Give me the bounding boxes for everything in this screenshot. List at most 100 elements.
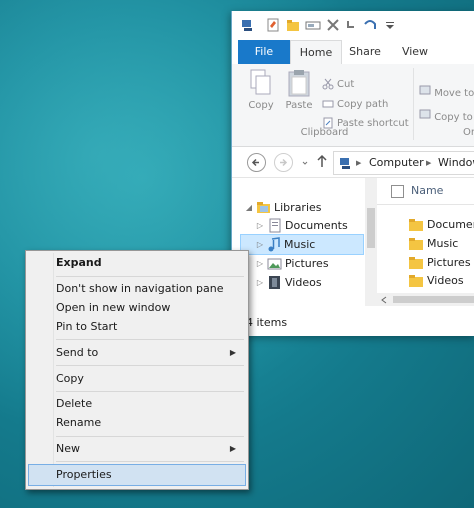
column-header-label: Name <box>411 184 444 197</box>
ribbon-tabs: File Home Share View <box>232 40 474 66</box>
copy-to-label: Copy to <box>434 112 473 123</box>
back-button[interactable] <box>247 153 266 172</box>
redo-icon[interactable] <box>362 17 378 33</box>
nav-item-pictures[interactable]: ▷ Pictures <box>255 254 365 273</box>
customize-toolbar-icon[interactable] <box>382 17 398 33</box>
move-to-icon <box>419 85 431 95</box>
list-item[interactable]: Music <box>409 235 458 253</box>
breadcrumb-windows[interactable]: Windows <box>438 152 474 174</box>
list-item[interactable]: Pictures <box>409 254 471 272</box>
nav-item-libraries[interactable]: ◢ Libraries <box>244 198 364 217</box>
breadcrumb-separator: ▶ <box>356 159 362 167</box>
nav-label: Music <box>284 238 316 251</box>
nav-item-documents[interactable]: ▷ Documents <box>255 216 365 235</box>
organize-group-label: Or <box>463 127 474 138</box>
menu-item-send-to[interactable]: Send to ▶ <box>28 342 244 364</box>
cut-button[interactable]: Cut <box>322 76 354 94</box>
properties-icon[interactable] <box>265 17 281 33</box>
copy-path-button[interactable]: Copy path <box>322 96 388 114</box>
copy-to-button[interactable]: Copy to <box>419 108 473 126</box>
menu-item-rename[interactable]: Rename <box>28 412 244 434</box>
paste-button[interactable]: Paste <box>282 68 316 111</box>
menu-separator <box>56 436 244 437</box>
address-bar-row: ▶ Computer ▶ Windows <box>232 147 474 178</box>
scrollbar-thumb[interactable] <box>367 208 375 248</box>
file-explorer-window: File Home Share View Copy Paste Cut Copy… <box>231 11 474 336</box>
column-header-name[interactable]: Name <box>377 178 474 205</box>
breadcrumb-computer[interactable]: Computer <box>369 152 424 174</box>
menu-separator <box>56 461 244 462</box>
nav-pane-scrollbar[interactable] <box>365 178 377 306</box>
scrollbar-thumb[interactable] <box>393 296 474 303</box>
menu-item-properties[interactable]: Properties <box>28 464 246 486</box>
new-folder-icon[interactable] <box>285 17 301 33</box>
menu-item-label: Pin to Start <box>56 320 118 333</box>
tab-home[interactable]: Home <box>290 40 342 66</box>
navigation-pane: ◢ Libraries ▷ Documents ▷ Music ▷ Pictur… <box>232 178 365 306</box>
ribbon-group-divider <box>413 68 414 140</box>
menu-item-pin-to-start[interactable]: Pin to Start <box>28 316 244 338</box>
up-arrow-icon[interactable] <box>316 154 328 168</box>
recent-locations-icon[interactable] <box>300 157 310 169</box>
menu-item-expand[interactable]: Expand <box>28 252 244 274</box>
menu-item-label: Copy <box>56 372 84 385</box>
rename-icon[interactable] <box>305 17 321 33</box>
status-bar: 4 items <box>232 307 474 336</box>
address-input[interactable]: ▶ Computer ▶ Windows <box>333 151 474 175</box>
menu-separator <box>56 365 244 366</box>
item-count: 4 items <box>246 316 288 329</box>
list-item[interactable]: Documents <box>409 216 474 234</box>
music-library-icon <box>268 237 280 252</box>
file-name: Documents <box>427 218 474 231</box>
move-to-button[interactable]: Move to <box>419 84 474 102</box>
collapsed-arrow-icon[interactable]: ▷ <box>255 254 265 273</box>
folder-icon <box>409 275 423 287</box>
tab-file[interactable]: File <box>238 40 290 64</box>
scissors-icon <box>322 78 334 90</box>
delete-icon[interactable] <box>325 17 341 33</box>
menu-separator <box>56 391 244 392</box>
clipboard-group-label: Clipboard <box>300 127 349 138</box>
scroll-left-icon[interactable] <box>380 296 388 304</box>
menu-item-label: New <box>56 442 80 455</box>
ribbon-home: Copy Paste Cut Copy path Paste shortcut … <box>232 64 474 147</box>
list-item[interactable]: Videos <box>409 272 464 290</box>
file-list-horizontal-scrollbar[interactable] <box>377 293 474 306</box>
file-name: Music <box>427 237 459 250</box>
collapsed-arrow-icon[interactable]: ▷ <box>255 235 265 254</box>
paste-label: Paste <box>285 100 313 111</box>
file-list: Name Documents Music Pictures Videos <box>377 178 474 306</box>
file-name: Videos <box>427 274 464 287</box>
menu-item-new[interactable]: New ▶ <box>28 438 244 460</box>
nav-item-music[interactable]: ▷ Music <box>240 234 364 255</box>
forward-button[interactable] <box>274 153 293 172</box>
computer-icon <box>340 158 350 169</box>
select-all-checkbox[interactable] <box>391 185 404 198</box>
copy-to-icon <box>419 109 431 119</box>
submenu-arrow-icon: ▶ <box>229 444 236 453</box>
breadcrumb-separator: ▶ <box>426 159 432 167</box>
back-arrow-icon <box>251 158 259 167</box>
undo-icon[interactable] <box>344 17 360 33</box>
menu-item-copy[interactable]: Copy <box>28 368 244 390</box>
copy-icon <box>250 69 271 95</box>
copy-button[interactable]: Copy <box>244 68 278 111</box>
menu-separator <box>56 276 244 277</box>
menu-item-label: Rename <box>56 416 102 429</box>
collapsed-arrow-icon[interactable]: ▷ <box>255 273 265 292</box>
videos-library-icon <box>269 276 280 289</box>
tab-share[interactable]: Share <box>342 40 388 64</box>
nav-item-videos[interactable]: ▷ Videos <box>255 273 365 292</box>
move-to-label: Move to <box>434 88 474 99</box>
copy-path-icon <box>322 100 334 108</box>
nav-label: Libraries <box>274 201 322 214</box>
folder-icon <box>409 257 423 269</box>
paste-icon <box>288 70 310 97</box>
tab-view[interactable]: View <box>392 40 438 64</box>
documents-library-icon <box>269 218 281 233</box>
expanded-arrow-icon[interactable]: ◢ <box>244 198 254 217</box>
menu-item-label: Expand <box>56 256 102 269</box>
menu-separator <box>56 339 244 340</box>
copy-label: Copy <box>248 100 274 111</box>
collapsed-arrow-icon[interactable]: ▷ <box>255 216 265 235</box>
